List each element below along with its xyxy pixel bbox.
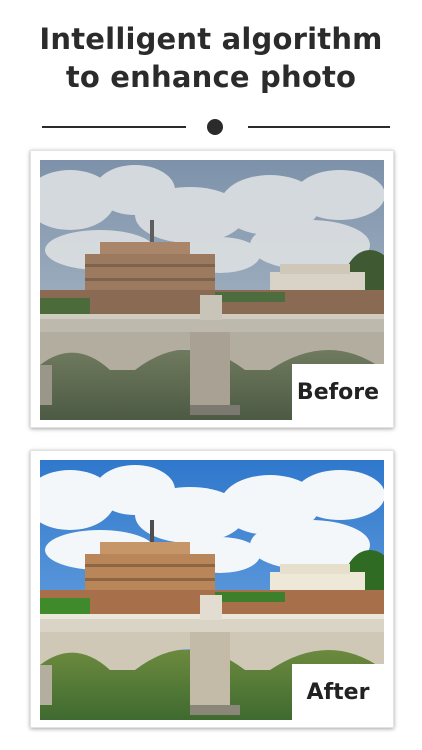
headline: Intelligent algorithm to enhance photo [0, 20, 422, 96]
headline-line-1: Intelligent algorithm [39, 22, 383, 56]
before-photo: Before [40, 160, 384, 420]
divider-line-right [248, 126, 390, 128]
after-photo: After [40, 460, 384, 720]
divider-dot [207, 119, 223, 135]
after-photo-card: After [30, 450, 394, 728]
before-label: Before [292, 364, 384, 420]
divider-line-left [42, 126, 186, 128]
before-photo-card: Before [30, 150, 394, 428]
decorative-divider [0, 117, 422, 137]
headline-line-2: to enhance photo [65, 60, 357, 94]
after-label: After [292, 664, 384, 720]
